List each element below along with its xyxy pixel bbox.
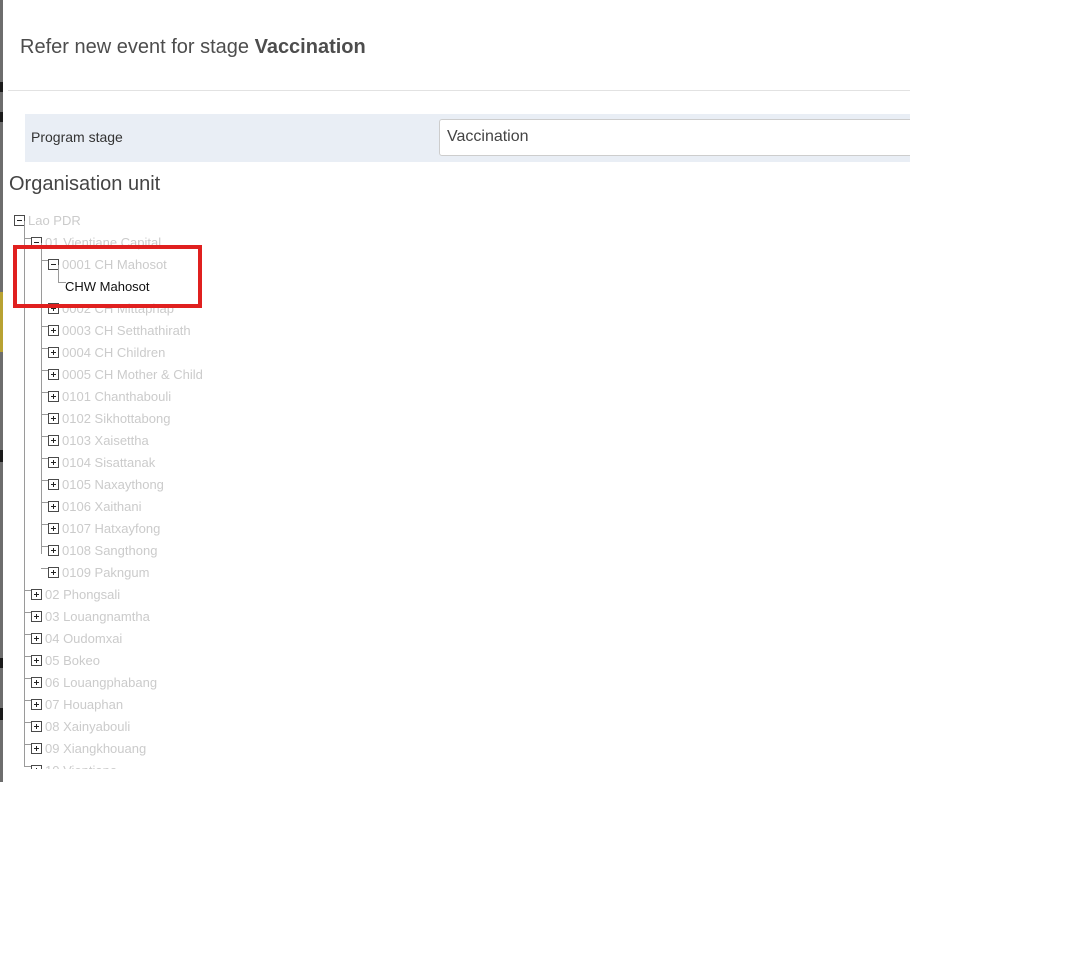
tree-node-label[interactable]: 0005 CH Mother & Child	[62, 367, 203, 382]
tree-connector-line	[41, 480, 48, 481]
tree-connector-line	[41, 568, 48, 569]
tree-connector-line	[24, 238, 31, 239]
tree-connector-line	[24, 634, 31, 635]
expand-icon[interactable]	[31, 655, 42, 666]
tree-node-label[interactable]: 0101 Chanthabouli	[62, 389, 171, 404]
expand-icon[interactable]	[31, 699, 42, 710]
expand-icon[interactable]	[48, 457, 59, 468]
expand-icon[interactable]	[48, 435, 59, 446]
highlight-box	[13, 245, 202, 308]
expand-icon[interactable]	[31, 765, 42, 769]
tree-connector-line	[24, 700, 31, 701]
modal-title: Refer new event for stage Vaccination	[20, 36, 366, 59]
modal-title-stage: Vaccination	[254, 36, 366, 58]
tree-connector-line	[41, 458, 48, 459]
tree-node-label[interactable]: 05 Bokeo	[45, 653, 100, 668]
tree-connector-line	[24, 722, 31, 723]
program-stage-label: Program stage	[31, 129, 123, 145]
tree-connector-line	[41, 326, 48, 327]
tree-connector-line	[41, 370, 48, 371]
tree-node-label[interactable]: 03 Louangnamtha	[45, 609, 150, 624]
tree-node-label[interactable]: 0106 Xaithani	[62, 499, 142, 514]
tree-node-label[interactable]: 02 Phongsali	[45, 587, 120, 602]
tree-node-label[interactable]: 09 Xiangkhouang	[45, 741, 146, 756]
expand-icon[interactable]	[48, 479, 59, 490]
tree-node-label[interactable]: 06 Louangphabang	[45, 675, 157, 690]
tree-connector-line	[24, 590, 31, 591]
expand-icon[interactable]	[48, 369, 59, 380]
tree-connector-line	[24, 744, 31, 745]
tree-node-label[interactable]: 0105 Naxaythong	[62, 477, 164, 492]
tree-node-label[interactable]: 0104 Sisattanak	[62, 455, 155, 470]
tree-node-label[interactable]: 0004 CH Children	[62, 345, 165, 360]
tree-connector-line	[41, 502, 48, 503]
tree-node-label[interactable]: 04 Oudomxai	[45, 631, 122, 646]
expand-icon[interactable]	[31, 633, 42, 644]
tree-connector-line	[41, 414, 48, 415]
expand-icon[interactable]	[48, 567, 59, 578]
tree-node-label[interactable]: 0102 Sikhottabong	[62, 411, 170, 426]
expand-icon[interactable]	[48, 545, 59, 556]
tree-node-label[interactable]: 0003 CH Setthathirath	[62, 323, 191, 338]
expand-icon[interactable]	[31, 721, 42, 732]
tree-connector-line	[41, 436, 48, 437]
header-divider	[8, 90, 910, 91]
program-stage-row: Program stage Vaccination	[25, 114, 910, 162]
tree-node-label[interactable]: 0103 Xaisettha	[62, 433, 149, 448]
tree-connector-line	[41, 546, 48, 547]
expand-icon[interactable]	[48, 523, 59, 534]
tree-node-label[interactable]: 0109 Pakngum	[62, 565, 149, 580]
program-stage-field[interactable]: Vaccination	[439, 119, 910, 156]
tree-connector-line	[41, 392, 48, 393]
tree-node-label[interactable]: 10 Vientiane	[45, 763, 117, 769]
expand-icon[interactable]	[31, 589, 42, 600]
tree-node-label[interactable]: Lao PDR	[28, 213, 81, 228]
expand-icon[interactable]	[48, 347, 59, 358]
expand-icon[interactable]	[31, 611, 42, 622]
tree-connector-line	[24, 766, 31, 767]
modal-title-prefix: Refer new event for stage	[20, 36, 250, 58]
expand-icon[interactable]	[48, 391, 59, 402]
org-unit-title: Organisation unit	[9, 173, 161, 195]
tree-connector-line	[41, 348, 48, 349]
tree-connector-line	[41, 524, 48, 525]
expand-icon[interactable]	[48, 501, 59, 512]
tree-node-label[interactable]: 08 Xainyabouli	[45, 719, 130, 734]
expand-icon[interactable]	[31, 677, 42, 688]
tree-connector-line	[24, 656, 31, 657]
expand-icon[interactable]	[31, 743, 42, 754]
tree-node-label[interactable]: 07 Houaphan	[45, 697, 123, 712]
expand-icon[interactable]	[48, 325, 59, 336]
tree-connector-line	[24, 612, 31, 613]
expand-icon[interactable]	[48, 413, 59, 424]
refer-event-modal: Refer new event for stage Vaccination Pr…	[3, 0, 910, 782]
tree-node-label[interactable]: 0107 Hatxayfong	[62, 521, 160, 536]
tree-connector-line	[24, 678, 31, 679]
tree-node-label[interactable]: 0108 Sangthong	[62, 543, 157, 558]
